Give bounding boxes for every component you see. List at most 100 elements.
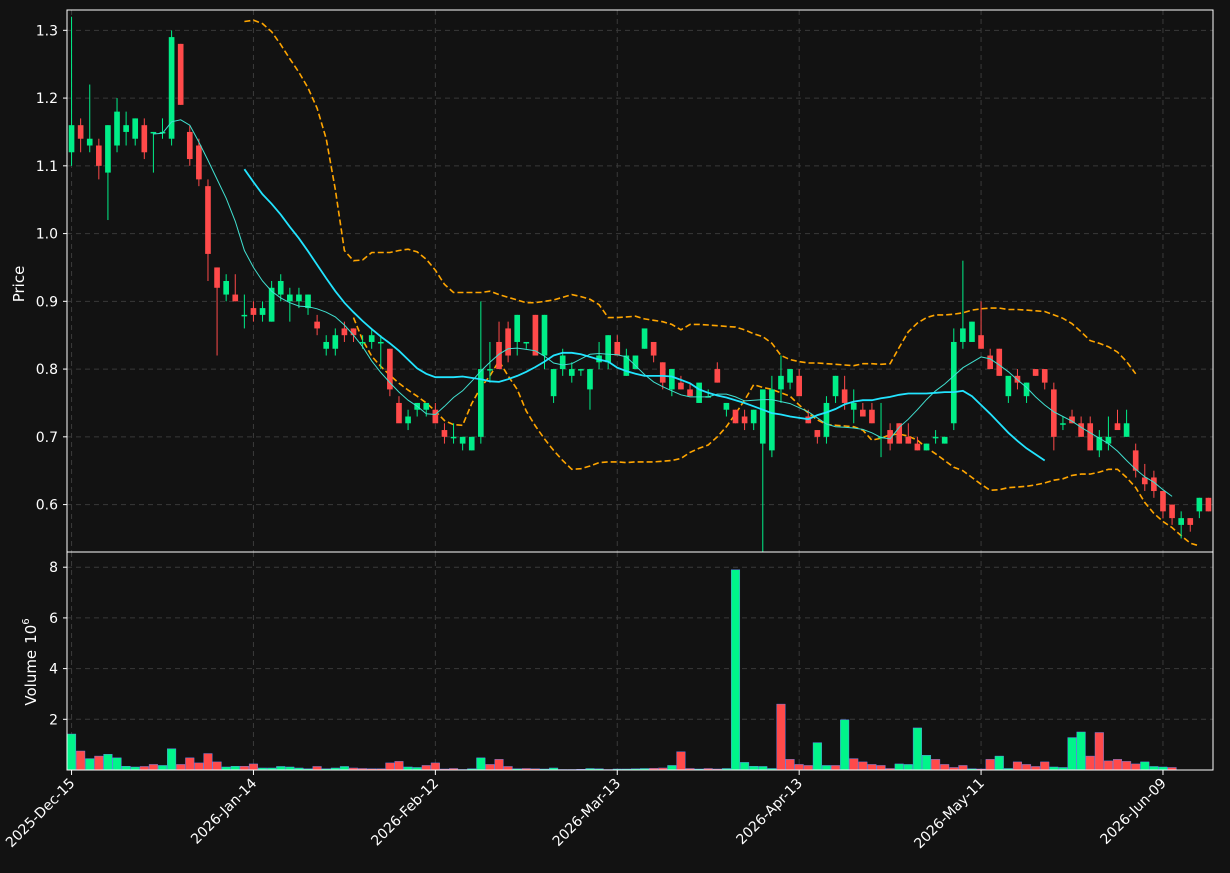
candle-body [1205, 497, 1212, 512]
volume-bar [785, 759, 795, 771]
candle-body [759, 389, 766, 444]
volume-bar [167, 748, 177, 771]
volume-axis-label-base: 10 [22, 625, 40, 644]
candle-body [505, 328, 511, 356]
volume-bar [1094, 732, 1104, 771]
candle-body [141, 125, 148, 153]
volume-bar [985, 759, 995, 771]
candle-body [150, 131, 157, 134]
candle-body [1087, 423, 1094, 451]
candle-body [214, 267, 220, 288]
candle-body [96, 145, 102, 166]
candle-body [487, 369, 493, 371]
volume-bar [203, 753, 213, 771]
volume-ytick-label: 6 [49, 611, 58, 627]
volume-bar [230, 765, 240, 771]
price-ytick-label: 1.1 [36, 159, 58, 175]
volume-bar [740, 762, 750, 771]
price-ytick-label: 1.3 [36, 23, 58, 39]
candle-body [359, 341, 366, 344]
candle-body [796, 375, 802, 397]
volume-bar [212, 761, 222, 771]
volume-bar [494, 759, 504, 771]
volume-bar [876, 765, 886, 771]
candle-body [860, 409, 866, 417]
volume-bar [1012, 761, 1022, 771]
candle-body [1196, 497, 1203, 512]
candle-body [514, 314, 521, 342]
candle-body [914, 443, 921, 451]
volume-bar [776, 703, 786, 771]
candle-body [350, 328, 357, 336]
candle-body [368, 335, 375, 342]
volume-axis-label-exponent: 6 [21, 618, 32, 624]
price-ytick-label: 0.8 [36, 362, 58, 378]
candle-body [1169, 504, 1175, 519]
candle-body [532, 314, 539, 356]
candle-body [332, 335, 339, 349]
candle-body [1160, 491, 1166, 512]
candle-body [669, 369, 675, 390]
volume-ytick-label: 8 [49, 560, 58, 576]
volume-bar [1067, 737, 1077, 771]
candle-body [659, 362, 666, 383]
candle-body [923, 443, 930, 451]
volume-axis-label: Volume 106 [21, 618, 40, 705]
candle-body [323, 341, 330, 349]
volume-bar [176, 764, 186, 771]
volume-bar [730, 569, 741, 771]
volume-bar [121, 765, 131, 771]
candle-body [1114, 423, 1121, 431]
volume-bar [185, 757, 195, 771]
volume-bar [394, 761, 404, 771]
volume-bar [849, 758, 859, 771]
candle-body [77, 125, 84, 139]
candle-body [314, 321, 320, 329]
candle-body [396, 402, 402, 424]
price-ytick-label: 0.7 [36, 430, 58, 446]
volume-bar [1031, 766, 1041, 771]
price-ytick-label: 1.0 [36, 227, 58, 243]
candle-body [1041, 369, 1048, 383]
candle-body [1032, 369, 1039, 376]
candle-body [450, 436, 457, 439]
candle-body [896, 423, 903, 444]
candle-body [741, 416, 748, 424]
volume-bar [858, 761, 868, 771]
candle-body [123, 125, 129, 132]
volume-bar [239, 765, 249, 771]
candle-body [678, 382, 684, 390]
candle-body [441, 430, 448, 437]
volume-bar [758, 766, 768, 771]
volume-bar [312, 766, 322, 771]
volume-bar [157, 765, 168, 771]
candle-body [341, 328, 348, 336]
candle-body [869, 409, 875, 424]
candle-body [814, 430, 821, 437]
candle-body [432, 409, 439, 424]
volume-bar [1140, 761, 1150, 771]
volume-bar [1085, 755, 1095, 771]
candle-body [296, 294, 302, 302]
volume-bar [503, 766, 513, 771]
candle-body [850, 402, 857, 410]
volume-bar [76, 750, 86, 771]
candle-body [86, 138, 93, 146]
candle-body [1060, 423, 1066, 425]
candle-body [114, 111, 120, 146]
volume-bar [339, 766, 349, 771]
volume-bar [840, 719, 850, 771]
candle-body [232, 294, 239, 302]
candle-body [960, 328, 966, 342]
volume-bar [85, 758, 95, 771]
candle-body [196, 145, 202, 180]
candle-body [905, 436, 912, 444]
volume-bar [194, 762, 204, 771]
volume-bar [749, 765, 759, 771]
candle-body [568, 369, 575, 376]
candle-body [969, 321, 975, 342]
price-ytick-label: 1.2 [36, 91, 58, 107]
volume-bar [1112, 759, 1123, 771]
candle-body [732, 409, 739, 424]
candle-body [641, 328, 648, 349]
